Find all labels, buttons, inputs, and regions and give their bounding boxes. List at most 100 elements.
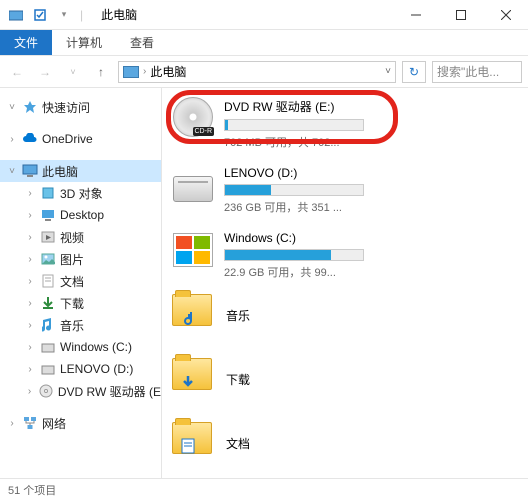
item-icon [40,251,56,267]
capacity-bar [224,119,364,131]
content-pane: DVD RW 驱动器 (E:) 702 MB 可用，共 702... LENOVO … [162,88,528,478]
nav-up-button[interactable]: ↑ [90,61,112,83]
chevron-right-icon[interactable]: › [24,364,36,375]
item-icon [40,339,56,355]
capacity-bar [224,249,364,261]
chevron-down-icon[interactable]: ˅ [6,166,18,177]
chevron-right-icon[interactable]: › [24,276,36,287]
chevron-right-icon[interactable]: › [24,386,35,397]
status-text: 51 个项目 [8,482,56,498]
window-title: 此电脑 [101,6,137,23]
folder-icon [172,294,212,326]
sidebar-item[interactable]: ›下载 [0,292,161,314]
chevron-right-icon: › [143,66,146,77]
drive-name: DVD RW 驱动器 (E:) [224,98,528,115]
sidebar-item-label: 3D 对象 [60,185,103,202]
qat-dropdown-icon[interactable]: ▾ [56,7,72,23]
sidebar-this-pc[interactable]: ˅ 此电脑 [0,160,161,182]
tab-file[interactable]: 文件 [0,30,52,55]
sidebar-label: 此电脑 [42,163,78,180]
sidebar-label: OneDrive [42,132,93,146]
sidebar-item-label: 音乐 [60,317,84,334]
sidebar: ˅ 快速访问 › OneDrive ˅ 此电脑 › 3D 对象 › Desktop › 视… [0,88,162,478]
titlebar: ▾ | 此电脑 [0,0,528,30]
tab-computer[interactable]: 计算机 [52,30,116,55]
folder-name: 下载 [226,371,250,388]
chevron-down-icon[interactable]: ˅ [6,102,18,113]
folder-name: 音乐 [226,307,250,324]
drive-name: LENOVO (D:) [224,166,528,180]
chevron-right-icon[interactable]: › [24,210,36,221]
chevron-right-icon[interactable]: › [24,320,36,331]
sidebar-item[interactable]: › 视频 [0,226,161,248]
item-icon [40,207,56,223]
sidebar-network[interactable]: › 网络 [0,412,161,434]
sidebar-item[interactable]: › Windows (C:) [0,336,161,358]
nav-history-dropdown[interactable]: ˅ [62,61,84,83]
minimize-button[interactable] [393,0,438,30]
item-icon [40,229,56,245]
cloud-icon [22,131,38,147]
pc-icon [22,163,38,179]
chevron-right-icon[interactable]: › [6,418,18,429]
sidebar-item[interactable]: ›DVD RW 驱动器 (E [0,380,161,402]
folder-item[interactable]: 音乐 [172,294,528,336]
sidebar-label: 快速访问 [42,99,90,116]
chevron-right-icon[interactable]: › [24,232,36,243]
capacity-bar [224,184,364,196]
sidebar-item[interactable]: ›LENOVO (D:) [0,358,161,380]
close-button[interactable] [483,0,528,30]
drive-item[interactable]: DVD RW 驱动器 (E:) 702 MB 可用，共 702... [172,96,528,150]
drive-item[interactable]: LENOVO (D:)236 GB 可用，共 351 ... [172,164,528,215]
search-input[interactable]: 搜索"此电... [432,61,522,83]
pc-icon [123,66,139,78]
windows-drive-icon [173,233,213,267]
refresh-button[interactable]: ↻ [402,61,426,83]
sidebar-onedrive[interactable]: › OneDrive [0,128,161,150]
search-placeholder: 搜索"此电... [437,63,499,80]
chevron-right-icon[interactable]: › [24,298,36,309]
item-icon [39,383,54,399]
item-icon [40,185,56,201]
sidebar-item[interactable]: › 文档 [0,270,161,292]
ribbon: 文件 计算机 查看 [0,30,528,56]
item-icon [40,361,56,377]
chevron-right-icon[interactable]: › [24,188,36,199]
folder-icon [172,358,212,390]
chevron-right-icon[interactable]: › [24,342,36,353]
address-dropdown-icon[interactable]: ˅ [385,66,391,77]
sidebar-quick-access[interactable]: ˅ 快速访问 [0,96,161,118]
folder-item[interactable]: 下载 [172,358,528,400]
chevron-right-icon[interactable]: › [6,134,18,145]
status-bar: 51 个项目 [0,478,528,500]
nav-forward-button[interactable]: → [34,61,56,83]
folder-icon [172,422,212,454]
properties-icon[interactable] [32,7,48,23]
sidebar-item-label: 文档 [60,273,84,290]
drive-item[interactable]: Windows (C:) 22.9 GB 可用，共 99... [172,229,528,280]
item-icon [40,295,56,311]
sidebar-item-label: Desktop [60,208,104,222]
breadcrumb[interactable]: 此电脑 [150,63,186,80]
sidebar-item[interactable]: ›图片 [0,248,161,270]
folder-item[interactable]: 文档 [172,422,528,464]
nav-back-button[interactable]: ← [6,61,28,83]
hdd-icon [173,176,213,202]
tab-view[interactable]: 查看 [116,30,168,55]
maximize-button[interactable] [438,0,483,30]
system-menu-icon[interactable] [8,7,24,23]
address-box[interactable]: › 此电脑 ˅ [118,61,396,83]
sidebar-item[interactable]: › 音乐 [0,314,161,336]
network-icon [22,415,38,431]
sidebar-item[interactable]: › 3D 对象 [0,182,161,204]
address-bar: ← → ˅ ↑ › 此电脑 ˅ ↻ 搜索"此电... [0,56,528,88]
drive-status: 22.9 GB 可用，共 99... [224,264,528,280]
drive-status: 702 MB 可用，共 702... [224,134,528,150]
sidebar-item-label: Windows (C:) [60,340,132,354]
sidebar-item-label: 视频 [60,229,84,246]
sidebar-item[interactable]: › Desktop [0,204,161,226]
item-icon [40,317,56,333]
item-icon [40,273,56,289]
chevron-right-icon[interactable]: › [24,254,36,265]
drive-name: Windows (C:) [224,231,528,245]
